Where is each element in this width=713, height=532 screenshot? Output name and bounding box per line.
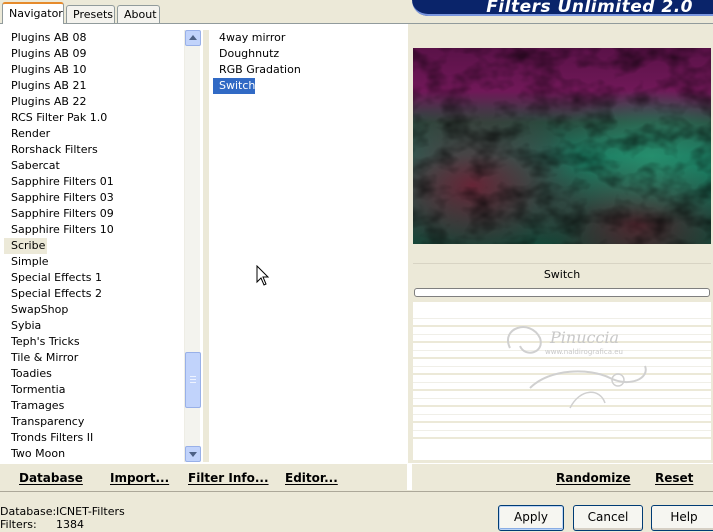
scroll-up-button[interactable] — [185, 30, 201, 46]
preview-image — [413, 48, 711, 244]
status-filters-value: 1384 — [56, 518, 84, 531]
filter-item[interactable]: Switch — [213, 78, 406, 94]
parameter-slider-row[interactable] — [413, 382, 711, 391]
category-item[interactable]: Sapphire Filters 10 — [4, 222, 182, 238]
filter-item-label: 4way mirror — [219, 31, 286, 44]
grip-line — [190, 379, 196, 380]
category-item[interactable]: Transparency — [4, 414, 182, 430]
scroll-thumb[interactable] — [185, 352, 201, 408]
parameter-slider-row[interactable] — [413, 318, 711, 327]
banner-title: Filters Unlimited 2.0 — [486, 0, 693, 16]
scroll-down-button[interactable] — [185, 446, 201, 462]
tab-strip: Navigator Presets About — [0, 0, 420, 24]
arrow-up-icon — [189, 35, 197, 40]
database-button[interactable]: Database — [19, 471, 83, 485]
mouse-cursor-icon — [256, 265, 270, 286]
watermark-name: Pinuccia — [550, 328, 620, 347]
randomize-button[interactable]: Randomize — [556, 471, 630, 485]
editor-button[interactable]: Editor... — [285, 471, 338, 485]
filter-list[interactable]: 4way mirror Doughnutz RGB Gradation Switch — [213, 30, 406, 462]
preview-texture — [413, 48, 711, 244]
category-item[interactable]: Sapphire Filters 01 — [4, 174, 182, 190]
status-filters-label: Filters: — [0, 518, 37, 531]
tab-presets[interactable]: Presets — [66, 5, 115, 24]
action-row-separator — [407, 463, 412, 490]
category-item[interactable]: Tronds Filters II — [4, 430, 182, 446]
category-item[interactable]: Tile & Mirror — [4, 350, 182, 366]
category-item[interactable]: Sybia — [4, 318, 182, 334]
current-filter-name: Switch — [413, 263, 711, 285]
filter-item[interactable]: RGB Gradation — [213, 62, 406, 78]
filter-item-label: RGB Gradation — [219, 63, 301, 76]
parameter-slider-row[interactable] — [413, 366, 711, 375]
title-banner: Filters Unlimited 2.0 — [412, 0, 713, 16]
category-item[interactable]: Simple — [4, 254, 182, 270]
category-item[interactable]: RCS Filter Pak 1.0 — [4, 110, 182, 126]
category-item[interactable]: Special Effects 2 — [4, 286, 182, 302]
category-item[interactable]: Plugins AB 22 — [4, 94, 182, 110]
filter-item-label: Switch — [213, 78, 255, 94]
category-item[interactable]: Scribe — [4, 238, 47, 254]
import-button[interactable]: Import... — [110, 471, 169, 485]
status-area: Database: ICNET-Filters Filters: 1384 — [0, 493, 300, 532]
apply-button[interactable]: Apply — [498, 505, 564, 531]
category-item[interactable]: Plugins AB 09 — [4, 46, 182, 62]
category-item[interactable]: Teph's Tricks — [4, 334, 182, 350]
filter-info-button[interactable]: Filter Info... — [188, 471, 269, 485]
category-list[interactable]: Plugins AB 08 Plugins AB 09 Plugins AB 10 P… — [4, 30, 182, 462]
category-item[interactable]: Tramages — [4, 398, 182, 414]
tab-about[interactable]: About — [117, 5, 160, 24]
column-separator — [203, 30, 209, 462]
tab-navigator[interactable]: Navigator — [2, 2, 64, 24]
filter-item[interactable]: 4way mirror — [213, 30, 406, 46]
arrow-down-icon — [189, 452, 197, 457]
category-scrollbar[interactable] — [184, 30, 201, 462]
filter-item-label: Doughnutz — [219, 47, 280, 60]
category-item[interactable]: Plugins AB 10 — [4, 62, 182, 78]
parameter-slider-row[interactable] — [413, 430, 711, 439]
action-row: Database Import... Filter Info... Editor… — [0, 463, 713, 490]
category-item[interactable]: Two Moon — [4, 446, 182, 462]
help-button[interactable]: Help — [651, 505, 713, 531]
parameter-slider-row[interactable] — [413, 398, 711, 407]
filters-unlimited-dialog: Navigator Presets About Filters Unlimite… — [0, 0, 713, 532]
category-item[interactable]: Rorshack Filters — [4, 142, 182, 158]
category-item[interactable]: Special Effects 1 — [4, 270, 182, 286]
category-item[interactable]: Plugins AB 21 — [4, 78, 182, 94]
grip-line — [190, 376, 196, 377]
parameter-slider-row[interactable] — [413, 414, 711, 423]
status-database-label: Database: — [0, 505, 57, 518]
category-item[interactable]: Tormentia — [4, 382, 182, 398]
filter-item[interactable]: Doughnutz — [213, 46, 406, 62]
parameter-sliders[interactable] — [413, 302, 711, 460]
category-item[interactable]: Plugins AB 08 — [4, 30, 182, 46]
status-database-value: ICNET-Filters — [56, 505, 125, 518]
category-item[interactable]: Sabercat — [4, 158, 182, 174]
category-item[interactable]: Toadies — [4, 366, 182, 382]
reset-button[interactable]: Reset — [655, 471, 693, 485]
status-divider — [0, 491, 713, 492]
grip-line — [190, 382, 196, 383]
watermark-url: www.naldirografica.eu — [545, 348, 623, 356]
category-item[interactable]: Sapphire Filters 09 — [4, 206, 182, 222]
progress-bar — [414, 288, 710, 297]
category-item[interactable]: Render — [4, 126, 182, 142]
cancel-button[interactable]: Cancel — [573, 505, 643, 531]
category-item[interactable]: Sapphire Filters 03 — [4, 190, 182, 206]
category-item[interactable]: SwapShop — [4, 302, 182, 318]
